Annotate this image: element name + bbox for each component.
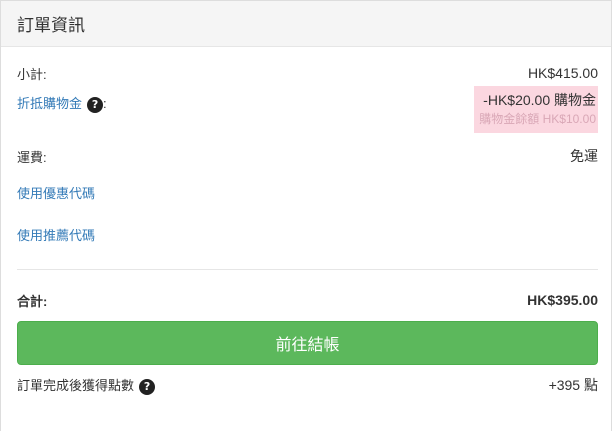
store-credit-colon: : <box>103 96 107 112</box>
shipping-value: 免運 <box>570 148 598 164</box>
store-credit-box: -HK$20.00 購物金 購物金餘額 HK$10.00 <box>474 86 598 133</box>
total-label: 合計: <box>17 293 48 309</box>
total-row: 合計: HK$395.00 <box>17 290 598 310</box>
store-credit-link[interactable]: 折抵購物金 <box>17 96 82 111</box>
store-credit-balance: 購物金餘額 HK$10.00 <box>479 112 596 126</box>
order-summary-panel: 訂單資訊 小計: HK$415.00 折抵購物金?: -HK$20.00 購物金… <box>0 0 612 431</box>
coupon-row: 使用優惠代碼 <box>17 182 95 202</box>
points-row: 訂單完成後獲得點數? +395 點 <box>17 375 598 395</box>
question-circle-icon[interactable]: ? <box>139 378 156 395</box>
points-label: 訂單完成後獲得點數 <box>17 378 135 394</box>
shipping-label: 運費: <box>17 149 47 165</box>
subtotal-value: HK$415.00 <box>527 65 598 81</box>
question-circle-icon[interactable]: ? <box>87 96 104 113</box>
store-credit-amount: -HK$20.00 購物金 <box>483 92 596 108</box>
referral-code-link[interactable]: 使用推薦代碼 <box>17 225 95 244</box>
checkout-button[interactable]: 前往結帳 <box>17 321 598 365</box>
checkout-button-label: 前往結帳 <box>275 337 340 354</box>
total-value: HK$395.00 <box>527 292 598 308</box>
panel-header: 訂單資訊 <box>1 1 611 47</box>
divider <box>17 269 598 270</box>
shipping-row: 運費: 免運 <box>17 146 598 166</box>
subtotal-label: 小計: <box>17 66 47 82</box>
store-credit-row: 折抵購物金?: <box>17 93 107 113</box>
referral-row: 使用推薦代碼 <box>17 224 95 244</box>
subtotal-row: 小計: HK$415.00 <box>17 63 598 83</box>
coupon-code-link[interactable]: 使用優惠代碼 <box>17 183 95 202</box>
panel-title: 訂單資訊 <box>17 16 85 35</box>
points-value: +395 點 <box>548 377 598 393</box>
